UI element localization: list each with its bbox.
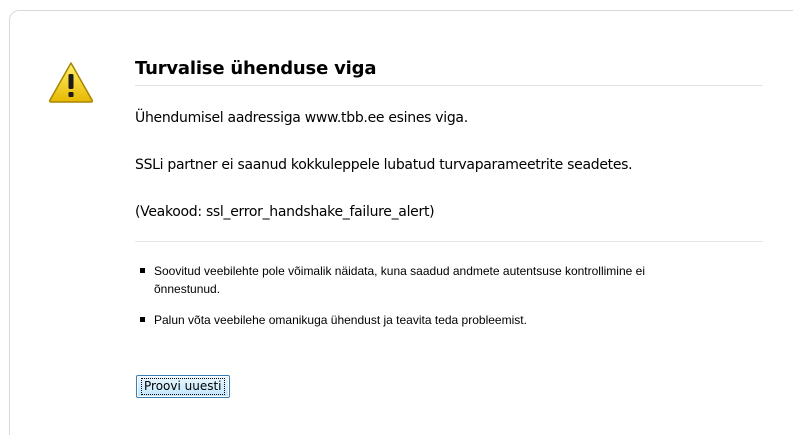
list-item: Soovitud veebilehte pole võimalik näidat… (140, 262, 714, 298)
error-code: (Veakood: ssl_error_handshake_failure_al… (135, 204, 435, 220)
bullet-icon (140, 317, 145, 322)
bullet-icon (140, 268, 145, 273)
error-message: Ühendumisel aadressiga www.tbb.ee esines… (135, 110, 468, 126)
warning-triangle-icon (48, 62, 94, 103)
note-text: Palun võta veebilehe omanikuga ühendust … (154, 313, 527, 327)
notes-list: Soovitud veebilehte pole võimalik näidat… (140, 262, 740, 342)
retry-button[interactable]: Proovi uuesti (136, 375, 230, 398)
error-card (9, 10, 793, 435)
section-divider (135, 241, 763, 242)
error-detail: SSLi partner ei saanud kokkuleppele luba… (135, 157, 633, 173)
note-text: Soovitud veebilehte pole võimalik näidat… (154, 264, 645, 296)
list-item: Palun võta veebilehe omanikuga ühendust … (140, 311, 714, 329)
title-divider (135, 85, 763, 86)
error-page: Turvalise ühenduse viga Ühendumisel aadr… (0, 0, 793, 435)
error-title: Turvalise ühenduse viga (135, 58, 377, 79)
retry-button-label: Proovi uuesti (141, 378, 225, 395)
